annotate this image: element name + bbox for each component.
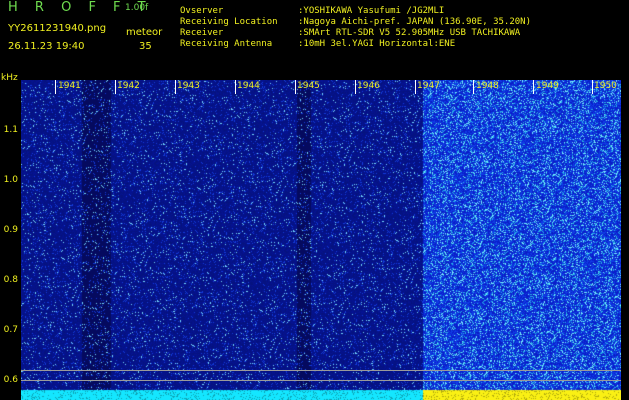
image-filename: YY2611231940.png <box>8 23 107 34</box>
time-tick <box>115 80 116 94</box>
info-location: Receiving Location :Nagoya Aichi-pref. JA… <box>180 17 531 28</box>
y-tick-label: 1.1 <box>3 125 18 135</box>
time-label: 1942 <box>117 81 140 91</box>
time-tick <box>295 80 296 94</box>
info-label: Receiver <box>180 28 224 38</box>
spectrogram-plot <box>21 80 621 400</box>
hroft-spectrogram-view: H R O F F T 1.00f YY2611231940.png 26.11… <box>0 0 629 400</box>
info-observer: Ovserver :YOSHIKAWA Yasufumi /JG2MLI <box>180 6 531 17</box>
time-label: 1949 <box>536 81 559 91</box>
spectrogram-canvas <box>21 80 621 400</box>
y-tick-label: 0.6 <box>3 375 18 385</box>
time-label: 1941 <box>58 81 81 91</box>
time-tick <box>592 80 593 94</box>
time-label: 1943 <box>177 81 200 91</box>
time-label: 1945 <box>297 81 320 91</box>
meteor-count: 35 <box>139 41 152 52</box>
time-label: 1944 <box>237 81 260 91</box>
time-tick <box>55 80 56 94</box>
info-value: :YOSHIKAWA Yasufumi /JG2MLI <box>298 6 445 16</box>
reference-line-upper <box>21 370 621 371</box>
station-info: Ovserver :YOSHIKAWA Yasufumi /JG2MLI Rece… <box>180 6 531 50</box>
time-label: 1950 <box>594 81 617 91</box>
time-label: 1948 <box>476 81 499 91</box>
time-tick <box>355 80 356 94</box>
time-label: 1947 <box>417 81 440 91</box>
observation-mode: meteor <box>126 27 163 38</box>
y-tick-label: 1.0 <box>3 175 18 185</box>
time-label: 1946 <box>357 81 380 91</box>
y-tick-label: 0.8 <box>3 275 18 285</box>
time-tick <box>473 80 474 94</box>
app-version: 1.00f <box>125 3 149 13</box>
time-tick <box>533 80 534 94</box>
time-tick <box>175 80 176 94</box>
y-tick-label: 0.9 <box>3 225 18 235</box>
info-receiver: Receiver :SMArt RTL-SDR V5 52.905MHz USB … <box>180 28 531 39</box>
info-value: :Nagoya Aichi-pref. JAPAN (136.90E, 35.2… <box>298 17 531 27</box>
info-label: Ovserver <box>180 6 224 16</box>
time-tick <box>235 80 236 94</box>
info-value: :SMArt RTL-SDR V5 52.905MHz USB TACHIKAW… <box>298 28 521 38</box>
info-label: Receiving Location <box>180 17 278 27</box>
capture-datetime: 26.11.23 19:40 <box>8 41 85 52</box>
info-antenna: Receiving Antenna :10mH 3el.YAGI Horizont… <box>180 39 531 50</box>
time-tick <box>415 80 416 94</box>
info-label: Receiving Antenna <box>180 39 273 49</box>
y-tick-label: 0.7 <box>3 325 18 335</box>
reference-line-lower <box>21 380 621 381</box>
info-value: :10mH 3el.YAGI Horizontal:ENE <box>298 39 456 49</box>
y-axis-unit: kHz <box>1 73 18 83</box>
